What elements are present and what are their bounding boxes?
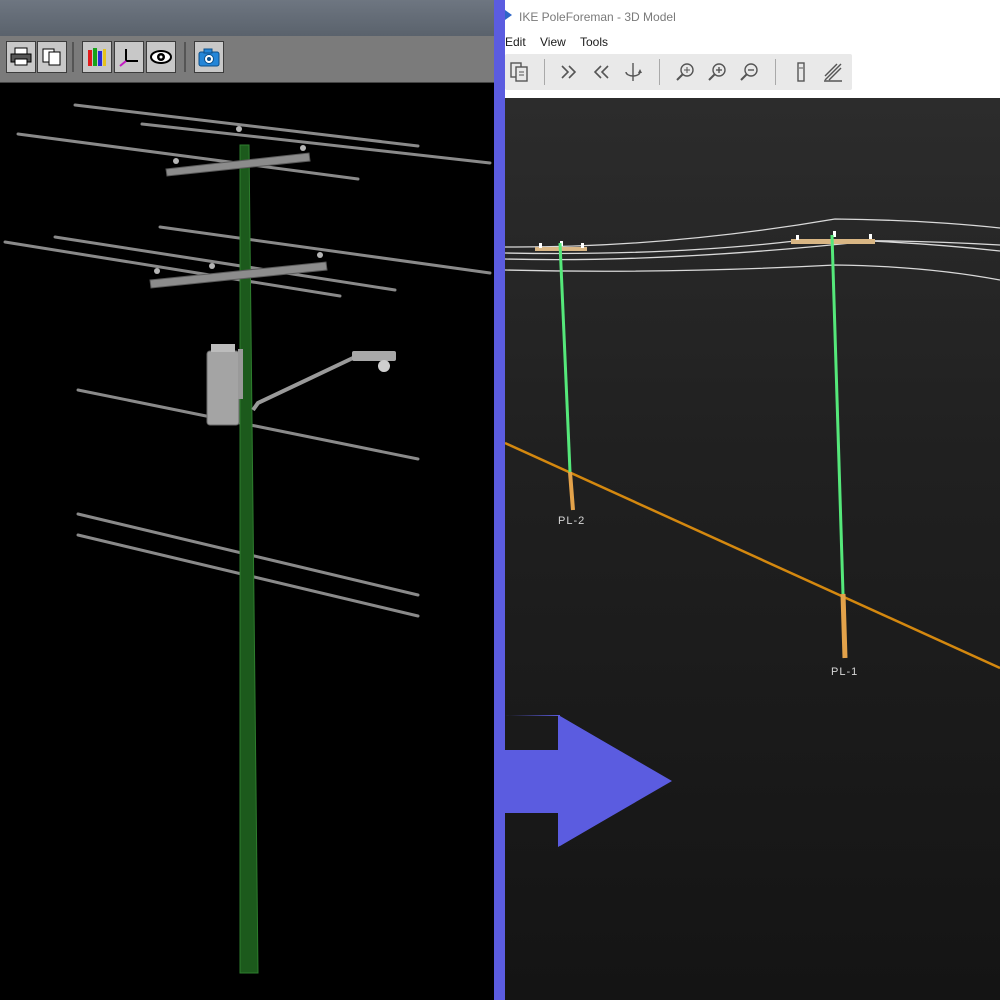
crossarms [149, 126, 328, 289]
copy-icon[interactable] [37, 41, 67, 73]
transition-arrow-tail [494, 750, 560, 813]
menu-tools[interactable]: Tools [580, 35, 608, 49]
app-icon [505, 10, 512, 20]
legacy-toolbar [0, 36, 494, 83]
rotate-icon[interactable] [619, 58, 647, 86]
poleforeman-window: IKE PoleForeman - 3D Model Edit View Too… [505, 0, 1000, 1000]
previous-icon[interactable] [587, 58, 615, 86]
transition-arrow-head [558, 715, 672, 847]
toolbar-area [505, 52, 1000, 98]
title-bar: IKE PoleForeman - 3D Model [505, 0, 1000, 34]
panel-divider [494, 0, 505, 1000]
pole-label-pl-2: PL-2 [558, 515, 586, 527]
page-setup-icon[interactable] [505, 58, 533, 86]
menu-edit[interactable]: Edit [505, 35, 526, 49]
transformer [206, 344, 243, 426]
window-title: IKE PoleForeman - 3D Model [519, 10, 676, 24]
zoom-extents-icon[interactable] [671, 58, 699, 86]
zoom-out-icon[interactable] [735, 58, 763, 86]
3d-model-viewport[interactable]: PL-2 PL-1 [505, 98, 1000, 1000]
ground-line [505, 441, 1000, 670]
pole-pl-1[interactable] [791, 231, 875, 659]
legacy-3d-viewer-window [0, 0, 494, 1000]
pole-label-pl-1: PL-1 [831, 666, 859, 678]
legacy-title-bar [0, 0, 494, 36]
menu-view[interactable]: View [540, 35, 566, 49]
menu-bar: Edit View Tools [505, 34, 1000, 52]
pole-view-icon[interactable] [787, 58, 815, 86]
main-toolbar [505, 54, 852, 90]
zoom-in-icon[interactable] [703, 58, 731, 86]
span-view-icon[interactable] [819, 58, 847, 86]
eye-icon[interactable] [146, 41, 176, 73]
axes-icon[interactable] [114, 41, 144, 73]
layers-icon[interactable] [82, 41, 112, 73]
streetlight [251, 351, 396, 412]
print-icon[interactable] [6, 41, 36, 73]
legacy-3d-viewport[interactable] [0, 83, 494, 1000]
camera-icon[interactable] [194, 41, 224, 73]
next-icon[interactable] [555, 58, 583, 86]
